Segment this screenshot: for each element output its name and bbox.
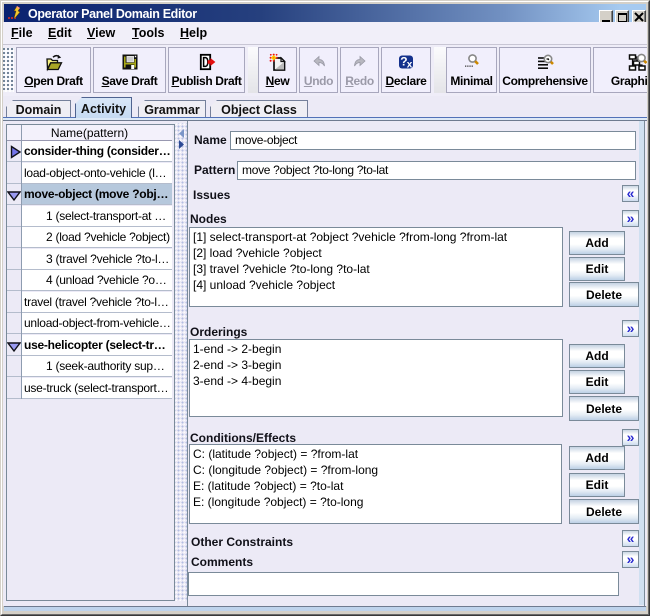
svg-text:x: x [407, 60, 413, 71]
